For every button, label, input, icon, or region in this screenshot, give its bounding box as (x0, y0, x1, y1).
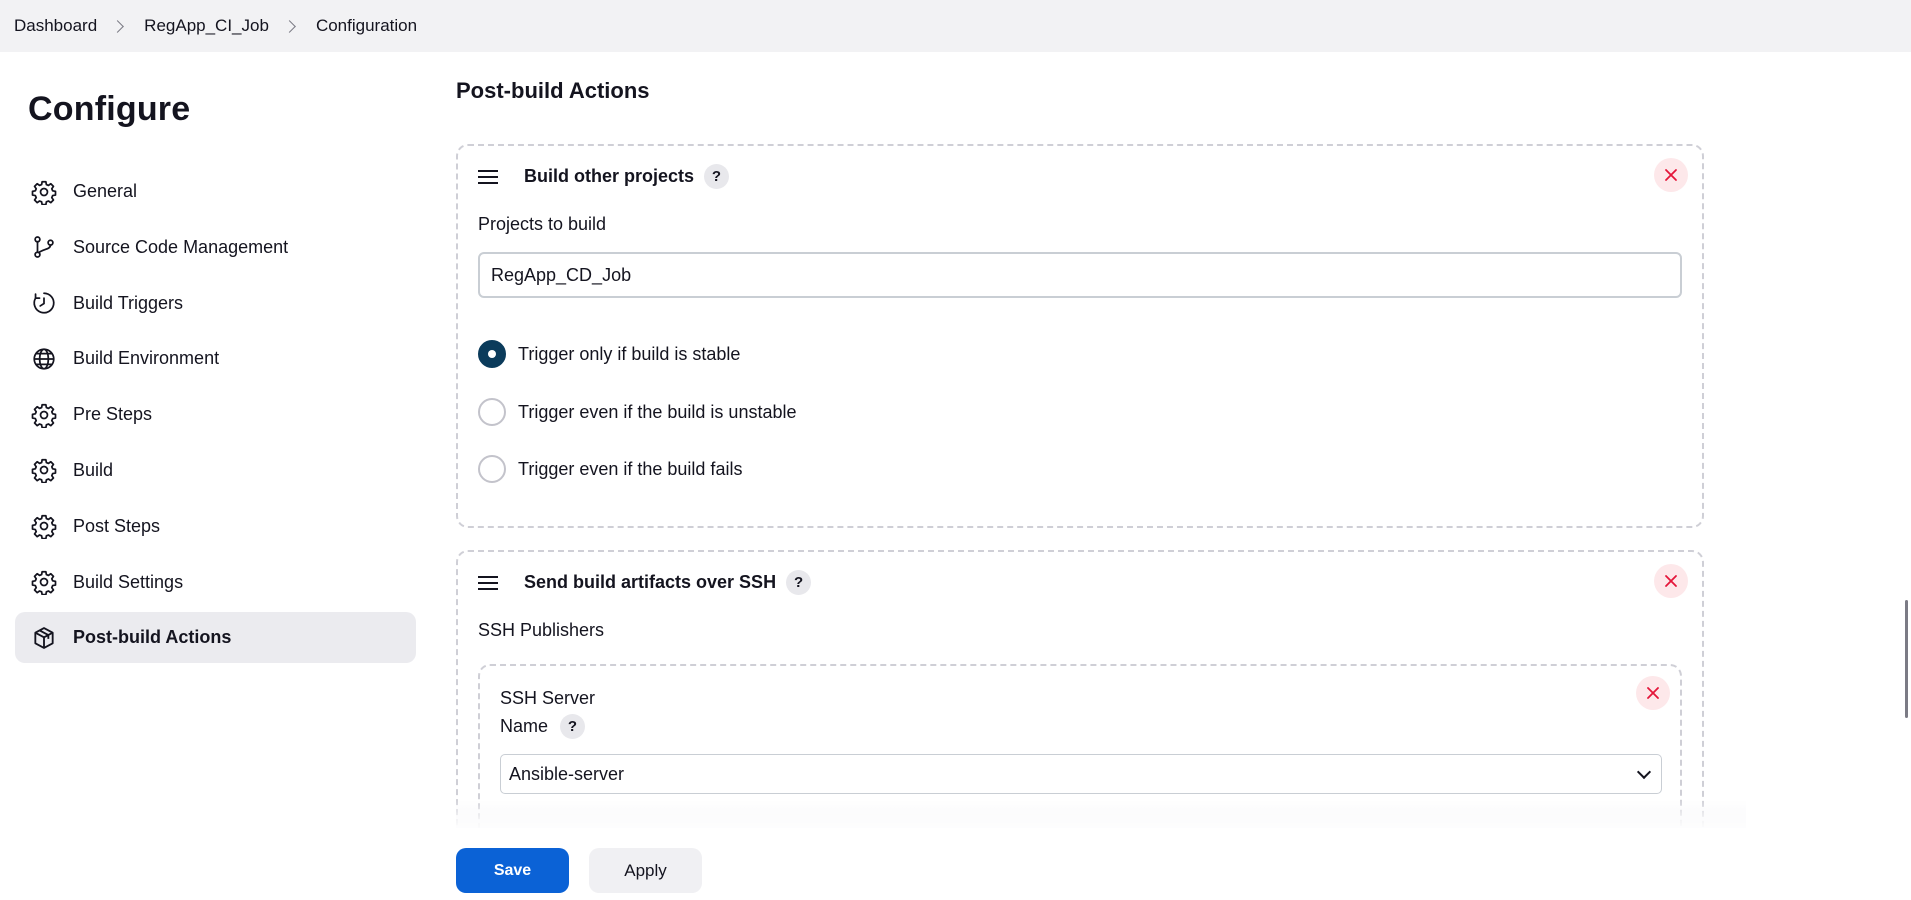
breadcrumb: Dashboard RegApp_CI_Job Configuration (0, 0, 1911, 52)
radio-trigger-unstable[interactable]: Trigger even if the build is unstable (478, 398, 797, 426)
card-header: Build other projects ? (478, 164, 730, 189)
radio-label: Trigger even if the build fails (518, 458, 743, 479)
apply-button[interactable]: Apply (589, 848, 702, 893)
help-icon[interactable]: ? (704, 164, 730, 189)
chevron-down-icon (1636, 764, 1652, 780)
branch-icon (31, 234, 57, 260)
sidebar-item-label: Build (73, 459, 114, 480)
sidebar-item-build[interactable]: Build (15, 445, 416, 496)
page-title: Configure (28, 90, 191, 128)
save-button[interactable]: Save (456, 848, 569, 893)
bottom-action-bar (0, 828, 1911, 900)
card-header: Send build artifacts over SSH ? (478, 570, 812, 595)
ssh-server-heading: SSH Server (500, 688, 596, 708)
bottom-fade (456, 800, 1746, 830)
sidebar-item-build-triggers[interactable]: Build Triggers (15, 278, 416, 329)
close-icon (1647, 687, 1659, 699)
package-icon (31, 625, 57, 651)
sidebar-item-pre-steps[interactable]: Pre Steps (15, 389, 416, 440)
chevron-right-icon (283, 19, 296, 33)
gear-icon (31, 402, 57, 428)
close-icon (1665, 169, 1677, 181)
radio-button-checked[interactable] (478, 340, 506, 368)
ssh-server-name-label: Name (500, 716, 549, 736)
ssh-publishers-label: SSH Publishers (478, 620, 605, 640)
ssh-server-selected-value: Ansible-server (509, 763, 625, 784)
help-icon[interactable]: ? (786, 570, 812, 595)
breadcrumb-job[interactable]: RegApp_CI_Job (144, 16, 269, 36)
drag-handle-icon[interactable] (478, 575, 498, 590)
clock-icon (31, 290, 57, 316)
globe-icon (31, 346, 57, 372)
drag-handle-icon[interactable] (478, 169, 498, 184)
delete-button[interactable] (1654, 158, 1688, 192)
delete-server-button[interactable] (1636, 676, 1670, 710)
radio-label: Trigger only if build is stable (518, 343, 741, 364)
card-title: Send build artifacts over SSH (524, 572, 777, 592)
projects-to-build-label: Projects to build (478, 214, 607, 234)
close-icon (1665, 575, 1677, 587)
sidebar-item-label: Post-build Actions (73, 627, 232, 648)
delete-button[interactable] (1654, 564, 1688, 598)
sidebar-nav: General Source Code Management Build Tri… (15, 166, 416, 668)
radio-button[interactable] (478, 398, 506, 426)
sidebar-item-post-steps[interactable]: Post Steps (15, 501, 416, 552)
gear-icon (31, 513, 57, 540)
sidebar-item-build-environment[interactable]: Build Environment (15, 333, 416, 384)
sidebar-item-label: Source Code Management (73, 236, 289, 257)
radio-button[interactable] (478, 455, 506, 483)
radio-trigger-fails[interactable]: Trigger even if the build fails (478, 455, 742, 483)
gear-icon (31, 179, 57, 205)
sidebar-item-label: Build Triggers (73, 292, 184, 313)
gear-icon (31, 569, 57, 596)
projects-to-build-input[interactable] (478, 252, 1682, 298)
gear-icon (31, 457, 57, 484)
help-icon[interactable]: ? (560, 714, 586, 739)
sidebar-item-build-settings[interactable]: Build Settings (15, 557, 416, 608)
breadcrumb-configuration[interactable]: Configuration (316, 16, 417, 36)
sidebar-item-post-build-actions[interactable]: Post-build Actions (15, 612, 416, 664)
sidebar-item-source-code-management[interactable]: Source Code Management (15, 222, 416, 273)
sidebar-item-general[interactable]: General (15, 166, 416, 217)
sidebar-item-label: Pre Steps (73, 404, 153, 425)
scrollbar-thumb[interactable] (1905, 600, 1908, 718)
build-other-projects-card: Build other projects ? Projects to build… (456, 144, 1704, 528)
radio-trigger-stable[interactable]: Trigger only if build is stable (478, 340, 740, 368)
sidebar-item-label: Build Environment (73, 348, 220, 369)
ssh-server-name-row: Name ? (500, 714, 586, 739)
chevron-right-icon (111, 19, 125, 33)
breadcrumb-dashboard[interactable]: Dashboard (14, 16, 97, 36)
card-title: Build other projects (524, 166, 695, 186)
sidebar-item-label: Build Settings (73, 571, 184, 592)
ssh-server-select[interactable]: Ansible-server (500, 754, 1662, 794)
sidebar-item-label: Post Steps (73, 515, 161, 536)
radio-label: Trigger even if the build is unstable (518, 401, 797, 422)
sidebar-item-label: General (73, 181, 138, 201)
section-title: Post-build Actions (456, 78, 650, 103)
